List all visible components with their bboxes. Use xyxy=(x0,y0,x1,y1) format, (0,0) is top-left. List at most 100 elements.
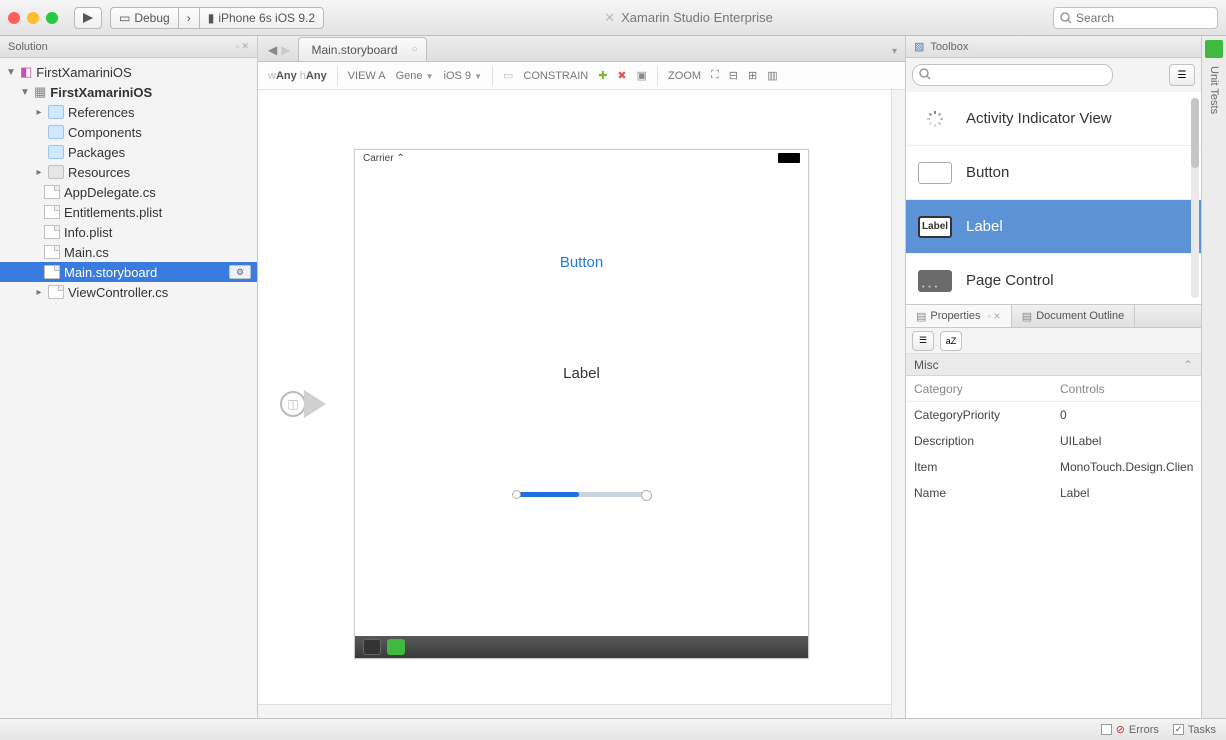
zoom-fit-icon[interactable]: ⛶ xyxy=(711,69,719,82)
toolbox-search-input[interactable] xyxy=(912,64,1113,86)
solution-root[interactable]: ▼◧FirstXamariniOS xyxy=(0,62,257,82)
right-panes: ▧ Toolbox ☰ Activity Indicator View Butt… xyxy=(906,36,1201,718)
global-search[interactable] xyxy=(1053,7,1218,29)
zoom-in-icon[interactable]: ⊞ xyxy=(748,69,757,82)
zoom-window-icon[interactable] xyxy=(46,12,58,24)
back-icon[interactable]: ◀ xyxy=(268,43,277,57)
minimize-window-icon[interactable] xyxy=(27,12,39,24)
toolbox-scrollbar[interactable] xyxy=(1191,98,1199,298)
toolbox-category-button[interactable]: ☰ xyxy=(1169,64,1195,86)
view-controller[interactable]: Carrier ⌃ Button Label xyxy=(354,149,809,659)
spinner-icon xyxy=(918,108,952,130)
errors-toggle[interactable]: ⊘Errors xyxy=(1101,723,1159,736)
page-control-icon xyxy=(918,270,952,292)
prop-categorize-button[interactable]: ☰ xyxy=(912,331,934,351)
zoom-out-icon[interactable]: ⊟ xyxy=(729,69,738,82)
folder-icon xyxy=(48,165,64,179)
close-tab-icon[interactable]: ○ xyxy=(411,44,417,55)
size-class[interactable]: wAny hAny xyxy=(268,70,327,82)
packages-node[interactable]: Packages xyxy=(0,142,257,162)
toolbox-item-page[interactable]: Page Control xyxy=(906,254,1201,304)
config-label: Debug xyxy=(134,11,169,25)
nav-arrows[interactable]: ◀▶ xyxy=(264,43,298,61)
maincs-node[interactable]: Main.cs xyxy=(0,242,257,262)
checkbox-icon[interactable] xyxy=(1101,724,1112,735)
components-label: Components xyxy=(68,125,142,140)
tab-outline[interactable]: ▤Document Outline xyxy=(1012,305,1135,327)
tasks-label: Tasks xyxy=(1188,724,1216,736)
infoplist-node[interactable]: Info.plist xyxy=(0,222,257,242)
chevron-up-icon[interactable]: ⌃ xyxy=(1183,358,1193,372)
tab-properties[interactable]: ▤Properties▫ ✕ xyxy=(906,305,1012,327)
prop-section-misc[interactable]: Misc ⌃ xyxy=(906,354,1201,376)
constrain-label: CONSTRAIN xyxy=(523,70,588,82)
references-node[interactable]: ▸References xyxy=(0,102,257,122)
prop-value: UILabel xyxy=(1056,434,1201,448)
project-node[interactable]: ▼▦FirstXamariniOS xyxy=(0,82,257,102)
vertical-scrollbar[interactable] xyxy=(891,90,905,718)
zoom-actual-icon[interactable]: ▥ xyxy=(767,69,777,82)
ui-progress-view[interactable] xyxy=(517,492,647,497)
search-input[interactable] xyxy=(1076,11,1211,25)
app-title: ✕ Xamarin Studio Enterprise xyxy=(332,10,1045,26)
device-selector[interactable]: ▮iPhone 6s iOS 9.2 xyxy=(199,7,324,29)
unit-tests-tab[interactable]: Unit Tests xyxy=(1208,66,1220,114)
prop-row-desc[interactable]: DescriptionUILabel xyxy=(906,428,1201,454)
toolbox-item-activity[interactable]: Activity Indicator View xyxy=(906,92,1201,146)
toolbox-item-button[interactable]: Button xyxy=(906,146,1201,200)
components-node[interactable]: Components xyxy=(0,122,257,142)
checkbox-icon[interactable] xyxy=(1173,724,1184,735)
designer-canvas[interactable]: ◫ Carrier ⌃ Button Label xyxy=(258,90,905,718)
first-responder-icon[interactable] xyxy=(363,639,381,655)
appdelegate-node[interactable]: AppDelegate.cs xyxy=(0,182,257,202)
entry-point-arrow[interactable]: ◫ xyxy=(280,390,326,418)
ios-dropdown[interactable]: iOS 9 ▼ xyxy=(444,70,483,82)
resources-node[interactable]: ▸Resources xyxy=(0,162,257,182)
folder-icon xyxy=(48,125,64,139)
generic-dropdown[interactable]: Gene ▼ xyxy=(396,70,434,82)
property-grid[interactable]: Category Controls CategoryPriority0 Desc… xyxy=(906,376,1201,506)
prop-row-catprio[interactable]: CategoryPriority0 xyxy=(906,402,1201,428)
file-icon xyxy=(44,185,60,199)
solution-tree[interactable]: ▼◧FirstXamariniOS ▼▦FirstXamariniOS ▸Ref… xyxy=(0,58,257,718)
scene-dock[interactable] xyxy=(355,636,808,658)
orientation-icon[interactable]: ▭ xyxy=(503,69,513,82)
ui-button[interactable]: Button xyxy=(560,254,603,271)
prop-alpha-button[interactable]: aZ xyxy=(940,331,962,351)
toolbox-item-label: Button xyxy=(966,164,1009,181)
tab-storyboard[interactable]: Main.storyboard ○ xyxy=(298,37,426,61)
config-selector[interactable]: ▭Debug › ▮iPhone 6s iOS 9.2 xyxy=(110,7,324,29)
search-icon xyxy=(919,68,931,80)
viewcontroller-node[interactable]: ▸ViewController.cs xyxy=(0,282,257,302)
exit-icon[interactable] xyxy=(387,639,405,655)
config-sep: › xyxy=(178,7,199,29)
prop-key: CategoryPriority xyxy=(906,408,1056,422)
label-icon: Label xyxy=(918,216,952,238)
toolbox-item-label[interactable]: Label Label xyxy=(906,200,1201,254)
run-button[interactable] xyxy=(74,7,102,29)
unit-tests-icon[interactable] xyxy=(1205,40,1223,58)
infoplist-label: Info.plist xyxy=(64,225,112,240)
references-label: References xyxy=(68,105,134,120)
forward-icon[interactable]: ▶ xyxy=(281,43,290,57)
constrain-frame-icon[interactable]: ▣ xyxy=(637,69,647,82)
resources-label: Resources xyxy=(68,165,130,180)
constrain-add-icon[interactable]: ✚ xyxy=(598,69,607,82)
constrain-remove-icon[interactable]: ✖ xyxy=(617,69,626,82)
prop-key: Item xyxy=(906,460,1056,474)
ui-label[interactable]: Label xyxy=(563,365,600,382)
toolbox-item-label: Activity Indicator View xyxy=(966,110,1112,127)
entitlements-node[interactable]: Entitlements.plist xyxy=(0,202,257,222)
config-debug[interactable]: ▭Debug xyxy=(110,7,178,29)
file-icon xyxy=(44,205,60,219)
toolbox-list[interactable]: Activity Indicator View Button Label Lab… xyxy=(906,92,1201,304)
storyboard-node[interactable]: Main.storyboard⚙ xyxy=(0,262,257,282)
horizontal-scrollbar[interactable] xyxy=(258,704,891,718)
prop-row-name[interactable]: NameLabel xyxy=(906,480,1201,506)
tasks-toggle[interactable]: Tasks xyxy=(1173,724,1216,736)
close-window-icon[interactable] xyxy=(8,12,20,24)
prop-row-item[interactable]: ItemMonoTouch.Design.Clien xyxy=(906,454,1201,480)
tab-overflow-icon[interactable]: ▾ xyxy=(892,46,905,61)
pane-controls[interactable]: ▫ ✕ xyxy=(236,41,249,52)
gear-icon[interactable]: ⚙ xyxy=(229,265,251,279)
